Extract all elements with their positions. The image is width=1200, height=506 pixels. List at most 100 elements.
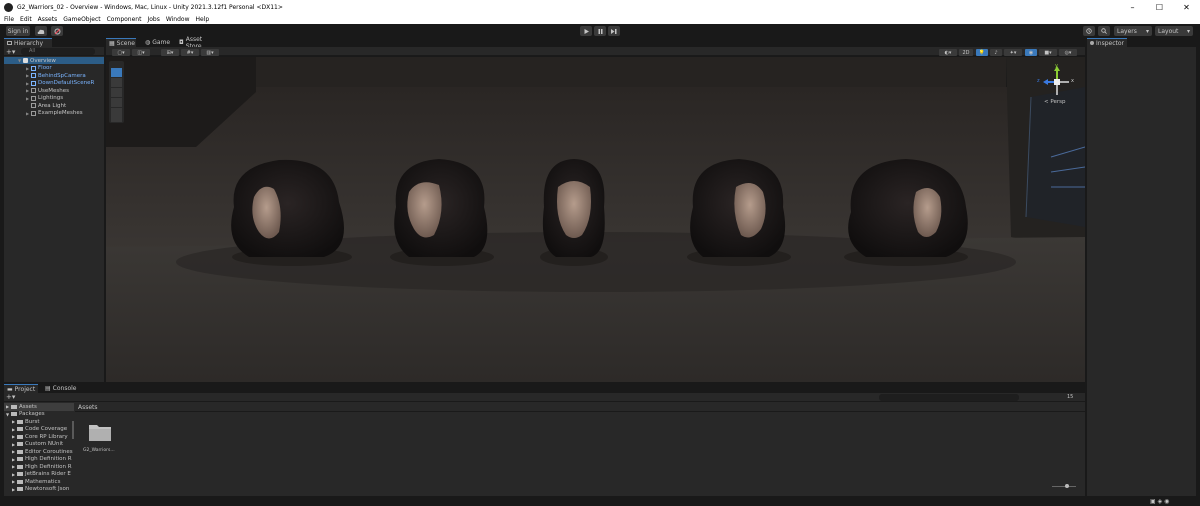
menu-component[interactable]: Component	[107, 16, 142, 23]
history-icon[interactable]	[1083, 26, 1095, 36]
tab-inspector[interactable]: Inspector	[1087, 38, 1127, 47]
lighting-toggle[interactable]: 💡	[976, 49, 988, 56]
effects-dropdown[interactable]: ✦▾	[1004, 49, 1022, 56]
scale-tool-icon[interactable]	[111, 98, 122, 107]
add-icon[interactable]: +▾	[6, 48, 15, 56]
project-search-input[interactable]	[879, 394, 1019, 401]
assets-root-row[interactable]: ▶ Assets	[4, 403, 74, 411]
hierarchy-item[interactable]: ▶ ExampleMeshes	[4, 110, 104, 117]
menu-help[interactable]: Help	[196, 16, 210, 23]
minimize-button[interactable]: –	[1119, 0, 1146, 14]
camera-settings-dropdown[interactable]: ■▾	[1039, 49, 1057, 56]
add-icon[interactable]: +▾	[6, 393, 15, 401]
persp-label[interactable]: < Persp	[1044, 99, 1065, 105]
rotate-tool-icon[interactable]	[111, 88, 122, 97]
close-button[interactable]: ✕	[1173, 0, 1200, 14]
folder-icon	[17, 419, 23, 424]
hierarchy-tabbar: Hierarchy	[4, 38, 104, 47]
package-label: Code Coverage	[25, 426, 68, 433]
tab-asset-store[interactable]: ◘ Asset Store	[176, 36, 222, 50]
asset-folder[interactable]	[89, 423, 111, 441]
assets-root-label: Assets	[19, 403, 37, 410]
transform-tool-icon[interactable]	[111, 116, 122, 122]
package-label: High Definition R	[25, 456, 72, 463]
gizmos-dropdown[interactable]: ◎▾	[1059, 49, 1077, 56]
layout-dropdown[interactable]: Layout ▾	[1155, 26, 1193, 36]
head-model[interactable]	[536, 157, 611, 267]
packages-root-row[interactable]: ▼ Packages	[4, 411, 74, 419]
hierarchy-item-label: ExampleMeshes	[38, 110, 83, 116]
asset-folder-label: G2_Warriors...	[83, 448, 115, 453]
slider-handle[interactable]	[1065, 484, 1069, 488]
project-panel: ▬ Project ▤ Console +▾ 15 ▶ Assets ▼ Pac…	[4, 384, 1085, 498]
hierarchy-item[interactable]: ▶ BehindSpCamera	[4, 72, 104, 79]
package-row[interactable]: ▶ High Definition R	[4, 463, 74, 471]
package-row[interactable]: ▶ High Definition R	[4, 456, 74, 464]
tab-hierarchy[interactable]: Hierarchy	[4, 38, 52, 47]
tools-dropdown[interactable]: ◫▾	[132, 49, 150, 56]
package-row[interactable]: ▶ Editor Coroutines	[4, 448, 74, 456]
list-icon	[7, 41, 12, 45]
tab-console[interactable]: ▤ Console	[42, 384, 78, 393]
snap-increment-dropdown[interactable]: ▥▾	[201, 49, 219, 56]
mode-2d-toggle[interactable]: 2D	[959, 49, 973, 56]
scene-viewport[interactable]: y z x < Persp	[106, 57, 1085, 382]
package-row[interactable]: ▶ Mathematics	[4, 478, 74, 486]
project-tree: ▶ Assets ▼ Packages ▶ Burst ▶ Code Coverag…	[4, 403, 74, 498]
scene-row[interactable]: ▼ Overview	[4, 57, 104, 64]
search-icon[interactable]	[1098, 26, 1110, 36]
head-model[interactable]	[836, 157, 976, 267]
menu-file[interactable]: File	[4, 16, 14, 23]
icon-size-slider[interactable]	[1052, 486, 1076, 487]
hierarchy-item[interactable]: ▶ Lightings	[4, 95, 104, 102]
menu-assets[interactable]: Assets	[38, 16, 58, 23]
pause-button[interactable]	[594, 26, 606, 36]
menu-gameobject[interactable]: GameObject	[63, 16, 100, 23]
head-model[interactable]	[384, 157, 499, 267]
hierarchy-item[interactable]: ▶ UseMeshes	[4, 87, 104, 94]
view-tool-icon[interactable]	[111, 68, 122, 77]
cloud-icon[interactable]	[35, 26, 47, 36]
package-row[interactable]: ▶ Burst	[4, 418, 74, 426]
head-model[interactable]	[681, 157, 796, 267]
hierarchy-search-bar: +▾ All	[4, 47, 104, 56]
grid-snapping-dropdown[interactable]: #▾	[181, 49, 199, 56]
scene-gizmo[interactable]: y z x < Persp	[1036, 63, 1078, 107]
package-row[interactable]: ▶ JetBrains Rider E	[4, 471, 74, 479]
audio-toggle[interactable]: ♪	[990, 49, 1002, 56]
layers-dropdown[interactable]: Layers ▾	[1114, 26, 1152, 36]
package-row[interactable]: ▶ Custom NUnit	[4, 441, 74, 449]
hierarchy-item-label: BehindSpCamera	[38, 72, 86, 79]
hierarchy-item[interactable]: ▶ DownDefaultSceneR	[4, 80, 104, 87]
menu-jobs[interactable]: Jobs	[147, 16, 159, 23]
tab-project[interactable]: ▬ Project	[4, 384, 38, 393]
hierarchy-search-input[interactable]: All	[21, 48, 95, 55]
hierarchy-item[interactable]: Area Light	[4, 102, 104, 109]
sign-in-button[interactable]: Sign in	[6, 26, 30, 36]
menu-edit[interactable]: Edit	[20, 16, 32, 23]
tab-scene[interactable]: ▦ Scene	[106, 38, 136, 47]
pivot-dropdown[interactable]: ⊞▾	[161, 49, 179, 56]
tab-game[interactable]: ◍ Game	[142, 38, 172, 47]
hierarchy-item[interactable]: ▶ Floor	[4, 65, 104, 72]
window-title: G2_Warriors_02 - Overview - Windows, Mac…	[17, 3, 283, 11]
layers-label: Layers	[1117, 27, 1137, 35]
package-row[interactable]: ▶ Code Coverage	[4, 426, 74, 434]
move-tool-icon[interactable]	[111, 78, 122, 87]
shading-dropdown[interactable]: ◐▾	[939, 49, 957, 56]
breadcrumb-assets[interactable]: Assets	[78, 404, 98, 411]
maximize-button[interactable]: ☐	[1146, 0, 1173, 14]
play-button[interactable]	[580, 26, 592, 36]
draw-mode-dropdown[interactable]: ▢▾	[112, 49, 130, 56]
head-model[interactable]	[224, 157, 359, 267]
scene-toolbar: ▢▾ ◫▾ ⊞▾ #▾ ▥▾ ◐▾ 2D 💡 ♪ ✦▾ ◉ ■▾ ◎▾	[106, 47, 1085, 56]
collab-icon[interactable]	[51, 26, 63, 36]
hidden-objects-toggle[interactable]: ◉	[1025, 49, 1037, 56]
scene-tabbar: ▦ Scene ◍ Game ◘ Asset Store	[106, 36, 1085, 50]
step-button[interactable]	[608, 26, 620, 36]
package-row[interactable]: ▶ Newtonsoft Json	[4, 486, 74, 494]
package-row[interactable]: ▶ Core RP Library	[4, 433, 74, 441]
tree-scrollbar[interactable]	[72, 421, 74, 439]
package-label: Newtonsoft Json	[25, 486, 70, 493]
menu-window[interactable]: Window	[166, 16, 190, 23]
